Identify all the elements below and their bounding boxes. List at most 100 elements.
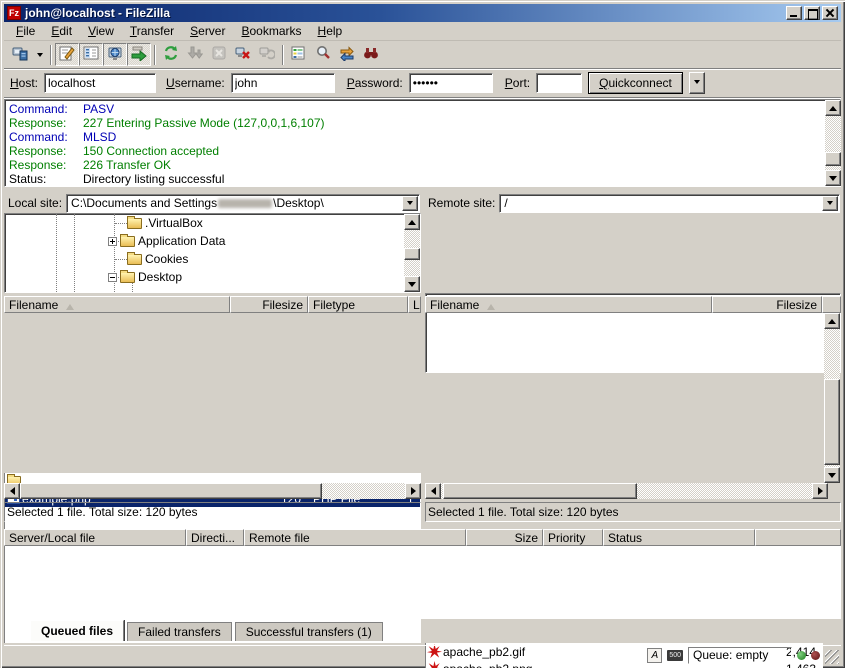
process-queue-button[interactable] [183,43,207,66]
queue-list[interactable] [4,546,841,619]
sort-ascending-icon [66,300,74,310]
column-header-size[interactable]: Size [466,529,543,546]
menu-help[interactable]: Help [310,22,351,40]
scroll-up-button[interactable] [825,100,841,116]
column-header-remote-file[interactable]: Remote file [244,529,466,546]
arrow-left-icon [427,487,436,495]
column-header-direction[interactable]: Directi... [186,529,244,546]
column-header-lastmodified[interactable]: L [408,296,421,313]
toggle-transfer-queue-button[interactable] [127,43,151,66]
minimize-button[interactable] [786,6,802,20]
column-header-priority[interactable]: Priority [543,529,603,546]
menu-transfer[interactable]: Transfer [122,22,182,40]
resize-grip[interactable] [825,650,839,664]
menu-bookmarks[interactable]: Bookmarks [233,22,309,40]
scrollbar-thumb[interactable] [443,483,637,499]
menu-view[interactable]: View [80,22,122,40]
column-header-status[interactable]: Status [603,529,755,546]
tab-queued-files[interactable]: Queued files [30,620,124,641]
disconnect-button[interactable] [231,43,255,66]
scrollbar-thumb[interactable] [404,248,420,260]
menu-file[interactable]: File [8,22,43,40]
site-manager-dropdown-button[interactable] [32,43,47,66]
refresh-icon [163,45,179,64]
toolbar [4,41,841,69]
tree-item-virtualbox[interactable]: .VirtualBox [127,214,203,232]
reconnect-button[interactable] [255,43,279,66]
scroll-down-button[interactable] [825,170,841,186]
tab-successful-transfers[interactable]: Successful transfers (1) [235,622,383,641]
column-header-filename[interactable]: Filename [4,296,230,313]
data-type-indicator-icon[interactable]: A [647,648,662,663]
log-text: MLSD [83,130,116,144]
remote-list-scrollbar[interactable] [824,313,840,483]
cancel-operation-button[interactable] [207,43,231,66]
find-files-button[interactable] [359,43,383,66]
password-label: Password: [347,76,403,90]
menu-edit[interactable]: Edit [43,22,80,40]
remote-hscrollbar[interactable] [425,483,828,499]
directory-listing-filters-button[interactable] [287,43,311,66]
speed-limit-indicator-icon[interactable]: 500 [667,650,683,661]
tree-item-label: Application Data [138,234,225,248]
toggle-local-tree-button[interactable] [79,43,103,66]
scrollbar-thumb[interactable] [824,379,840,465]
log-text: Directory listing successful [83,172,224,186]
column-header-filesize[interactable]: Filesize [712,296,822,313]
local-directory-tree[interactable]: .VirtualBox Application Data Cookies Des… [4,213,421,293]
local-site-dropdown-button[interactable] [402,196,418,211]
remote-site-combobox[interactable]: / [499,194,840,213]
local-hscrollbar[interactable] [4,483,421,499]
expand-plus-icon[interactable] [108,237,117,246]
tree-item-application-data[interactable]: Application Data [108,232,225,250]
scroll-up-button[interactable] [404,214,420,230]
tab-failed-transfers[interactable]: Failed transfers [127,622,232,641]
remote-list-header: Filename Filesize [425,296,841,313]
local-list-header: Filename Filesize Filetype L [4,296,421,313]
message-log[interactable]: Command:PASV Response:227 Entering Passi… [4,99,841,187]
username-input[interactable] [231,73,335,93]
toggle-remote-tree-button[interactable] [103,43,127,66]
quickconnect-button[interactable]: Quickconnect [588,72,683,94]
column-header-filename[interactable]: Filename [425,296,712,313]
password-input[interactable] [409,73,493,93]
maximize-button[interactable] [804,6,820,20]
port-input[interactable] [536,73,582,93]
sync-arrows-icon [339,45,355,64]
site-manager-button[interactable] [8,43,32,66]
receive-indicator-icon [811,651,820,660]
scroll-right-button[interactable] [812,483,828,499]
local-site-combobox[interactable]: C:\Documents and Settings\Desktop\ [66,194,420,213]
local-tree-scrollbar[interactable] [404,214,420,292]
host-input[interactable] [44,73,156,93]
close-button[interactable] [822,6,838,20]
remote-site-dropdown-button[interactable] [822,196,838,211]
column-header-filetype[interactable]: Filetype [308,296,408,313]
filezilla-window: Fz john@localhost - FileZilla File Edit … [0,0,845,668]
tree-item-desktop[interactable]: Desktop [108,268,182,286]
remote-site-row: Remote site: / [428,193,840,213]
scroll-up-button[interactable] [824,313,840,329]
log-scrollbar[interactable] [825,100,841,186]
column-header-server-local-file[interactable]: Server/Local file [4,529,186,546]
filezilla-app-icon[interactable]: Fz [7,6,21,20]
directory-comparison-button[interactable] [311,43,335,66]
menu-server[interactable]: Server [182,22,233,40]
title-bar[interactable]: Fz john@localhost - FileZilla [4,4,841,22]
synchronized-browsing-button[interactable] [335,43,359,66]
quickconnect-dropdown-button[interactable] [689,72,705,94]
tree-item-cookies[interactable]: Cookies [127,250,188,268]
column-header-filesize[interactable]: Filesize [230,296,308,313]
refresh-button[interactable] [159,43,183,66]
scroll-left-button[interactable] [425,483,441,499]
scroll-left-button[interactable] [4,483,20,499]
collapse-minus-icon[interactable] [108,273,117,282]
scrollbar-thumb[interactable] [20,483,322,499]
scroll-down-button[interactable] [404,276,420,292]
toggle-message-log-button[interactable] [55,43,79,66]
scrollbar-thumb[interactable] [825,152,841,166]
scroll-right-button[interactable] [405,483,421,499]
host-label: Host: [10,76,38,90]
scroll-down-button[interactable] [824,467,840,483]
window-title: john@localhost - FileZilla [25,6,170,20]
